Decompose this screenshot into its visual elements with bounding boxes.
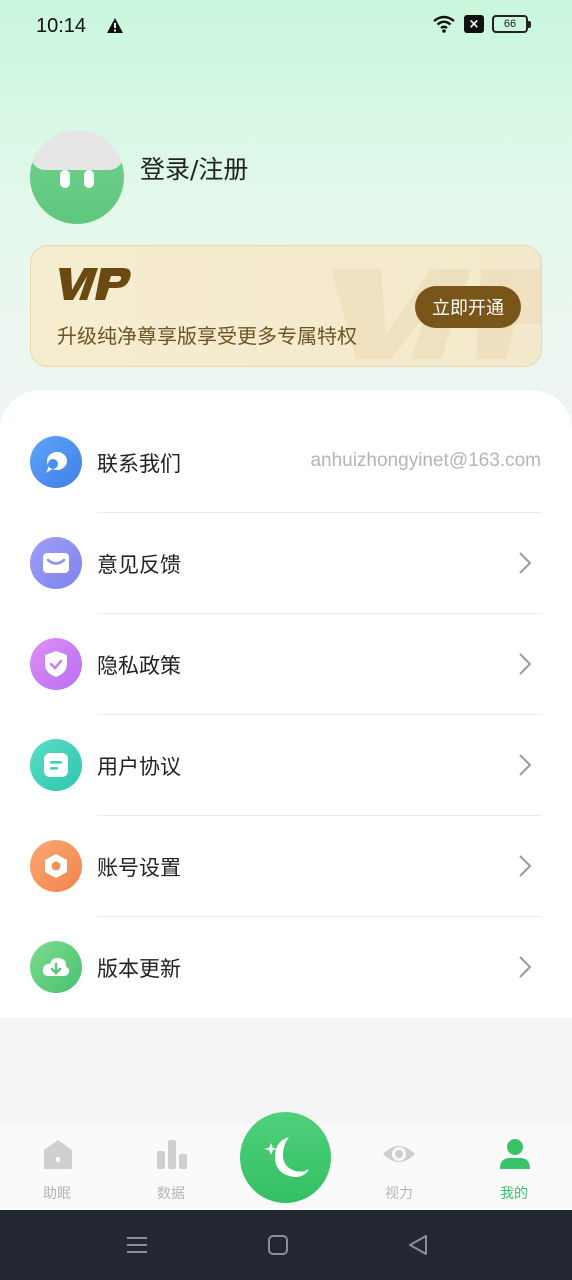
tab-mine[interactable]: 我的	[474, 1123, 554, 1210]
menu-icon[interactable]	[124, 1232, 150, 1258]
tab-label-vision: 视力	[385, 1186, 413, 1202]
menu-item-feedback[interactable]: 意见反馈	[0, 513, 572, 614]
document-icon	[30, 739, 82, 791]
menu-item-account-settings[interactable]: 账号设置	[0, 816, 572, 917]
chevron-right-icon	[519, 855, 532, 877]
menu-item-contact[interactable]: 联系我们 anhuizhongyinet@163.com	[0, 412, 572, 513]
tab-data[interactable]: 数据	[131, 1123, 211, 1210]
settings-icon	[30, 840, 82, 892]
person-icon	[500, 1139, 530, 1169]
contact-email: anhuizhongyinet@163.com	[310, 450, 541, 471]
home-square-icon[interactable]	[265, 1232, 291, 1258]
tab-label-mine: 我的	[500, 1186, 528, 1202]
shield-icon	[30, 638, 82, 690]
chat-bubble-icon	[30, 436, 82, 488]
mail-icon	[30, 537, 82, 589]
menu-item-agreement[interactable]: 用户协议	[0, 715, 572, 816]
status-bar: 10:14 × 66	[0, 0, 572, 52]
menu-label-account-settings: 账号设置	[97, 856, 181, 880]
chevron-right-icon	[519, 754, 532, 776]
menu-label-feedback: 意见反馈	[97, 553, 181, 577]
tab-vision[interactable]: 视力	[359, 1123, 439, 1210]
tab-sleep-aid[interactable]: 助眠	[17, 1123, 97, 1210]
wifi-icon	[433, 15, 455, 33]
eye-icon	[383, 1146, 415, 1162]
chevron-right-icon	[519, 956, 532, 978]
tab-label-sleep-aid: 助眠	[43, 1186, 71, 1202]
menu-label-contact: 联系我们	[97, 452, 181, 476]
back-icon[interactable]	[405, 1232, 431, 1258]
warning-icon	[107, 18, 124, 33]
center-sleep-button[interactable]	[240, 1112, 331, 1203]
menu-item-privacy[interactable]: 隐私政策	[0, 614, 572, 715]
home-icon	[44, 1140, 72, 1169]
chevron-right-icon	[519, 552, 532, 574]
chevron-right-icon	[519, 653, 532, 675]
status-time: 10:14	[36, 14, 87, 37]
vip-description: 升级纯净尊享版享受更多专属特权	[57, 324, 357, 348]
avatar-left-eye	[60, 170, 70, 188]
battery-icon: 66	[492, 15, 531, 33]
menu-label-privacy: 隐私政策	[97, 654, 181, 678]
bar-chart-icon	[157, 1140, 187, 1169]
menu-label-version-update: 版本更新	[97, 957, 181, 981]
no-sim-icon: ×	[464, 15, 484, 33]
system-nav-bar	[0, 1210, 572, 1280]
vip-open-button[interactable]: 立即开通	[415, 286, 521, 328]
vip-card[interactable]: 升级纯净尊享版享受更多专属特权 立即开通	[30, 245, 542, 367]
menu-label-agreement: 用户协议	[97, 755, 181, 779]
download-cloud-icon	[30, 941, 82, 993]
moon-icon	[263, 1136, 309, 1177]
avatar-right-eye	[84, 170, 94, 188]
menu-panel: 联系我们 anhuizhongyinet@163.com 意见反馈 隐私政策 用…	[0, 390, 572, 1018]
avatar[interactable]	[30, 130, 124, 224]
avatar-cap	[30, 130, 124, 170]
login-register-link[interactable]: 登录/注册	[140, 150, 248, 186]
vip-logo-icon	[59, 268, 131, 300]
menu-item-version-update[interactable]: 版本更新	[0, 917, 572, 1018]
tab-label-data: 数据	[157, 1186, 185, 1202]
